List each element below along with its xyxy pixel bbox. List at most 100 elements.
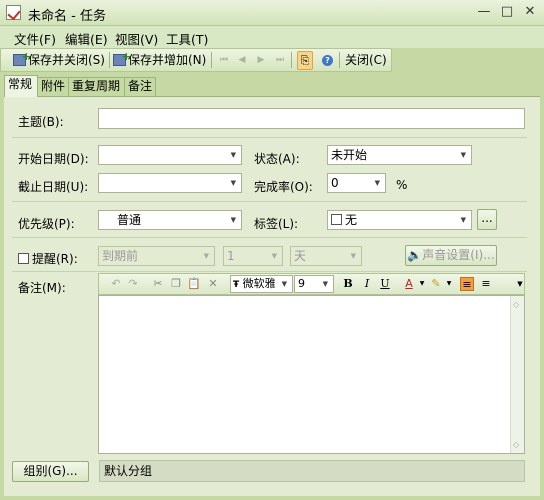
undo-icon[interactable]: ↶ (109, 277, 123, 291)
tab-attachments[interactable]: 附件 (37, 77, 69, 96)
dropdown-arrow-icon: ▼ (203, 252, 209, 260)
title-bar: 未命名 - 任务 — □ ✕ (0, 0, 544, 26)
priority-label: 优先级(P): (18, 217, 75, 231)
group-field: 默认分组 (99, 460, 525, 482)
tab-general[interactable]: 常规 (4, 75, 38, 97)
save-icon (13, 48, 31, 66)
font-type-icon: Ŧ (233, 280, 240, 290)
copy-icon[interactable]: ❐ (169, 277, 183, 291)
redo-icon[interactable]: ↷ (126, 277, 140, 291)
font-size-value: 9 (298, 277, 305, 290)
toolbar-separator (339, 52, 340, 68)
clear-format-icon[interactable]: ✕ (206, 277, 220, 291)
reminder-when-select[interactable]: 到期前 ▼ (98, 246, 215, 266)
start-date-label: 开始日期(D): (18, 152, 89, 166)
font-name-value: 微软雅 (242, 277, 276, 290)
status-label: 状态(A): (254, 152, 300, 166)
notes-scrollbar[interactable]: ◇ ◇ (510, 296, 524, 453)
window-title: 未命名 - 任务 (28, 9, 106, 24)
last-record-icon[interactable]: ⏭ (275, 54, 285, 66)
completion-spinner[interactable]: 0 ▼ (327, 173, 386, 193)
due-date-label: 截止日期(U): (18, 180, 89, 194)
tag-color-box-icon (331, 214, 342, 225)
dropdown-arrow-icon: ▼ (230, 179, 236, 187)
font-name-select[interactable]: Ŧ 微软雅 ▼ (230, 275, 293, 293)
toolbar-overflow-icon[interactable]: ▼ (513, 277, 527, 291)
menu-view[interactable]: 视图(V) (115, 29, 158, 48)
first-record-icon[interactable]: ⏮ (219, 54, 229, 66)
italic-icon[interactable]: I (360, 277, 374, 291)
reminder-unit-value: 天 (294, 249, 307, 263)
menu-bar: 文件(F) 编辑(E) 视图(V) 工具(T) (0, 26, 544, 48)
divider (12, 201, 527, 202)
paste-icon[interactable]: 📋 (187, 277, 201, 291)
reminder-checkbox[interactable]: 提醒(R): (18, 250, 78, 267)
dropdown-arrow-icon: ▼ (271, 252, 277, 260)
menu-tools[interactable]: 工具(T) (166, 29, 208, 48)
sound-settings-button[interactable]: 🔈声音设置(I)... (405, 245, 497, 266)
checkbox-icon (18, 253, 29, 264)
notes-label: 备注(M): (18, 281, 66, 295)
status-select[interactable]: 未开始 ▼ (327, 145, 472, 165)
save-close-button[interactable]: 保存并关闭(S) (13, 48, 105, 69)
align-center-icon[interactable]: ≡ (479, 277, 493, 291)
previous-record-icon[interactable]: ◀ (237, 54, 247, 66)
due-date-picker[interactable]: ▼ (98, 173, 242, 193)
help-icon[interactable]: ? (322, 55, 333, 66)
reminder-when-value: 到期前 (102, 249, 139, 263)
reminder-amount-value: 1 (227, 249, 235, 263)
align-left-icon[interactable]: ≡ (460, 277, 474, 291)
tags-select[interactable]: 无 ▼ (327, 210, 472, 230)
save-close-label: 保存并关闭(S) (28, 53, 105, 67)
status-value: 未开始 (331, 148, 368, 162)
underline-icon[interactable]: U (378, 277, 392, 291)
minimize-button[interactable]: — (474, 3, 494, 21)
cut-icon[interactable]: ✂ (151, 277, 165, 291)
dropdown-arrow-icon[interactable]: ▼ (415, 277, 429, 291)
subject-input[interactable] (98, 108, 525, 129)
menu-edit[interactable]: 编辑(E) (65, 29, 108, 48)
speaker-icon: 🔈 (407, 248, 423, 262)
save-add-button[interactable]: 保存并增加(N) (113, 48, 207, 69)
dropdown-arrow-icon: ▼ (281, 280, 287, 288)
sound-settings-label: 声音设置(I)... (422, 248, 495, 262)
dropdown-arrow-icon[interactable]: ▼ (442, 277, 456, 291)
tab-recurrence[interactable]: 重复周期 (68, 77, 125, 96)
highlight-icon[interactable]: ✎ (429, 277, 443, 291)
start-date-picker[interactable]: ▼ (98, 145, 242, 165)
dropdown-arrow-icon: ▼ (230, 151, 236, 159)
divider (12, 237, 527, 238)
next-record-icon[interactable]: ▶ (256, 54, 266, 66)
dropdown-arrow-icon: ▼ (230, 216, 236, 224)
close-button[interactable]: 关闭(C) (345, 52, 387, 69)
divider (12, 137, 527, 138)
reminder-label: 提醒(R): (32, 252, 78, 266)
task-app-icon (6, 5, 21, 20)
notes-editor[interactable]: ◇ ◇ (98, 295, 525, 454)
reminder-amount-select[interactable]: 1 ▼ (223, 246, 283, 266)
tags-more-button[interactable]: ... (477, 209, 497, 230)
font-color-icon[interactable]: A (402, 277, 416, 291)
reminder-unit-select[interactable]: 天 ▼ (290, 246, 362, 266)
completion-value: 0 (331, 176, 339, 190)
group-button[interactable]: 组别(G)... (12, 461, 89, 482)
save-add-icon (113, 48, 131, 66)
dropdown-arrow-icon: ▼ (460, 151, 466, 159)
toolbar-separator (211, 52, 212, 68)
editor-toolbar: ↶ ↷ ✂ ❐ 📋 ✕ Ŧ 微软雅 ▼ 9 ▼ B I U A ▼ ✎ ▼ ≡ ≡ … (98, 273, 525, 295)
scroll-up-icon[interactable]: ◇ (513, 300, 519, 309)
dropdown-arrow-icon: ▼ (460, 216, 466, 224)
maximize-button[interactable]: □ (497, 3, 517, 21)
tags-label: 标签(L): (254, 217, 299, 231)
close-window-button[interactable]: ✕ (520, 3, 540, 21)
subject-label: 主题(B): (18, 115, 64, 129)
save-add-label: 保存并增加(N) (128, 53, 207, 67)
font-size-select[interactable]: 9 ▼ (294, 275, 334, 293)
bold-icon[interactable]: B (341, 277, 355, 291)
attachment-icon[interactable]: ⎘ (297, 51, 313, 70)
toolbar-separator (291, 52, 292, 68)
tab-notes[interactable]: 备注 (124, 77, 156, 96)
priority-select[interactable]: 普通 ▼ (98, 210, 242, 230)
menu-file[interactable]: 文件(F) (14, 29, 56, 48)
scroll-down-icon[interactable]: ◇ (513, 440, 519, 449)
